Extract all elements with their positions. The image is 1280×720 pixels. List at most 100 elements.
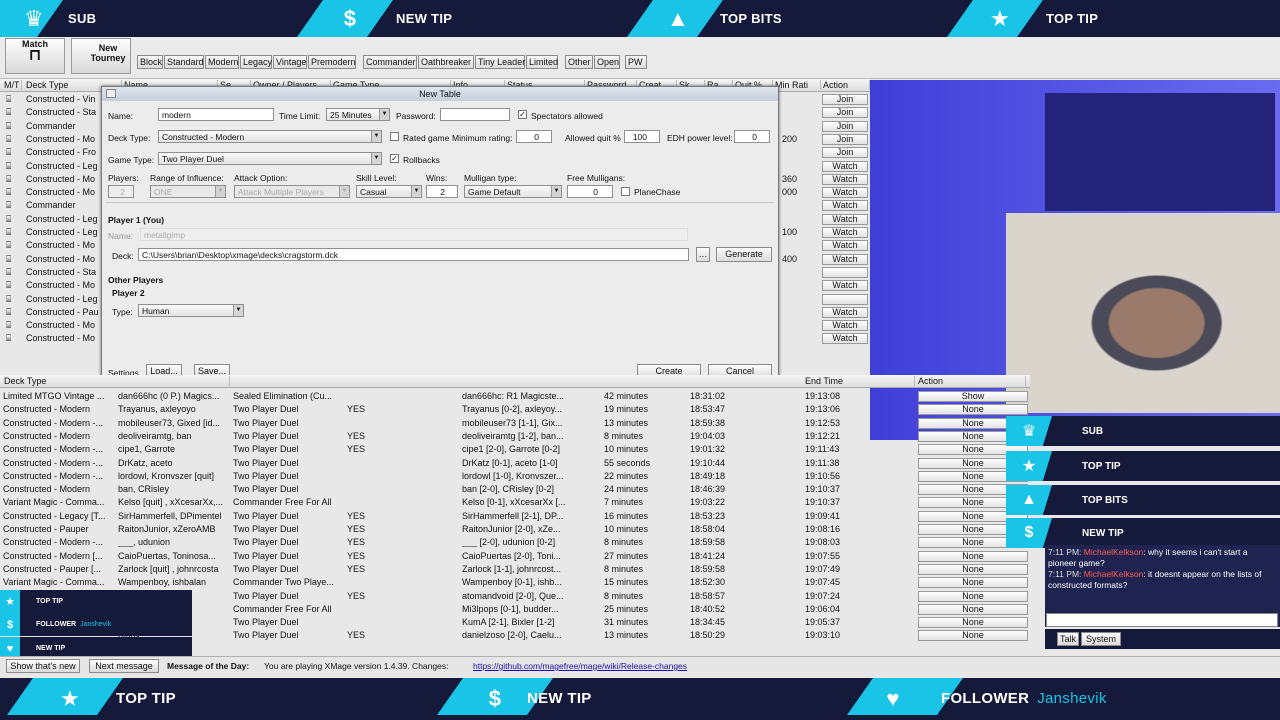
type-cell: Commander Free For All bbox=[233, 497, 332, 508]
player2-type-select[interactable]: Human ▼ bbox=[138, 304, 244, 317]
format-filter-oathbreaker[interactable]: Oathbreaker bbox=[418, 55, 474, 69]
row-action-button[interactable]: Join bbox=[822, 133, 868, 145]
edh-spinner[interactable]: 0 bbox=[734, 130, 770, 143]
start-cell: 18:59:38 bbox=[690, 417, 726, 428]
format-filter-limited[interactable]: Limited bbox=[526, 55, 558, 69]
time-limit-select[interactable]: 25 Minutes ▼ bbox=[326, 108, 390, 121]
row-action-button[interactable]: None bbox=[918, 577, 1028, 589]
generate-button[interactable]: Generate bbox=[716, 247, 772, 262]
row-action-button[interactable] bbox=[822, 293, 868, 305]
table-row[interactable]: Constructed - Modern Trayanus, axleyoyo Tw… bbox=[0, 403, 1030, 416]
format-filter-standard[interactable]: Standard bbox=[164, 55, 204, 69]
rated-cell: YES bbox=[347, 404, 366, 415]
row-action-button[interactable]: Watch bbox=[822, 213, 868, 225]
table-name-input[interactable]: modern bbox=[158, 108, 274, 121]
format-filter-legacy[interactable]: Legacy bbox=[240, 55, 272, 69]
row-action-button[interactable]: None bbox=[918, 563, 1028, 575]
table-row[interactable]: Constructed - Modern -... DrKatz, aceto Tw… bbox=[0, 457, 1030, 470]
dur-cell: 27 minutes bbox=[604, 550, 649, 561]
format-filter-modern[interactable]: Modern bbox=[205, 55, 239, 69]
rollbacks-checkbox[interactable]: ✓ bbox=[390, 154, 399, 163]
game-type-select[interactable]: Two Player Duel ▼ bbox=[158, 152, 382, 165]
format-filter-block[interactable]: Block bbox=[137, 55, 163, 69]
tab-system[interactable]: System bbox=[1081, 632, 1121, 646]
deck-type-select[interactable]: Constructed - Modern ▼ bbox=[158, 130, 382, 143]
format-filter-commander[interactable]: Commander bbox=[363, 55, 417, 69]
row-action-button[interactable]: Watch bbox=[822, 173, 868, 185]
wins-spinner[interactable]: 2 bbox=[426, 185, 458, 198]
row-action-button[interactable] bbox=[822, 266, 868, 278]
col-deck-type[interactable]: Deck Type bbox=[2, 376, 230, 386]
table-row[interactable]: Constructed - Modern -... mobileuser73, G… bbox=[0, 417, 1030, 430]
row-action-button[interactable]: Join bbox=[822, 147, 868, 159]
row-action-button[interactable]: Watch bbox=[822, 227, 868, 238]
table-row[interactable]: Constructed - Modern deoliveiramtg, ban Tw… bbox=[0, 430, 1030, 443]
table-row[interactable]: Constructed - Modern [... CaioPuertas, To… bbox=[0, 550, 1030, 563]
format-filter-tiny-leader[interactable]: Tiny Leader bbox=[475, 55, 525, 69]
row-action-button[interactable]: Join bbox=[822, 120, 868, 132]
table-row[interactable]: Variant Magic - Comma... Wampenboy, ishba… bbox=[0, 576, 1030, 589]
tab-talk[interactable]: Talk bbox=[1057, 632, 1079, 646]
format-filter-pw[interactable]: PW bbox=[625, 55, 647, 69]
show-whats-new-button[interactable]: Show that's new bbox=[6, 659, 80, 673]
next-message-button[interactable]: Next message bbox=[89, 659, 159, 673]
table-row[interactable]: Constructed - Modern -... ___, udunion Two… bbox=[0, 536, 1030, 549]
col-mt[interactable]: M/T bbox=[2, 80, 22, 90]
row-action-button[interactable]: Watch bbox=[822, 200, 868, 212]
match-button[interactable]: Match ⊓ bbox=[5, 38, 65, 74]
password-input[interactable] bbox=[440, 108, 510, 121]
deck-cell: Constructed - Modern -... bbox=[3, 457, 104, 468]
row-action-button[interactable]: Join bbox=[822, 107, 868, 119]
row-action-button[interactable]: Watch bbox=[822, 160, 868, 172]
format-filter-other[interactable]: Other bbox=[565, 55, 593, 69]
new-tourney-button[interactable]: New Tourney bbox=[71, 38, 131, 74]
row-action-button[interactable]: None bbox=[918, 603, 1028, 615]
table-row[interactable]: Variant Magic - Comma... Kelso [quit] , x… bbox=[0, 496, 1030, 509]
deck-path-input[interactable]: C:\Users\brian\Desktop\xmage\decks\crags… bbox=[138, 248, 689, 261]
row-action-button[interactable]: Watch bbox=[822, 187, 868, 199]
row-action-button[interactable]: None bbox=[918, 617, 1028, 629]
table-icon: ⌸ bbox=[6, 293, 12, 304]
row-action-button[interactable]: Watch bbox=[822, 280, 868, 292]
row-action-button[interactable]: Join bbox=[822, 94, 868, 105]
dialog-menu-icon[interactable] bbox=[106, 89, 116, 98]
col-action[interactable]: Action bbox=[916, 376, 1026, 386]
row-action-button[interactable]: Show bbox=[918, 391, 1028, 402]
planechase-checkbox[interactable] bbox=[621, 187, 630, 196]
row-action-button[interactable]: Watch bbox=[822, 306, 868, 318]
table-row[interactable]: Constructed - Pauper RaitonJunior, xZeroA… bbox=[0, 523, 1030, 536]
row-action-button[interactable]: Watch bbox=[822, 253, 868, 265]
col-min-rating[interactable]: Min Rati bbox=[773, 80, 821, 90]
free-mulligans-spinner[interactable]: 0 bbox=[567, 185, 613, 198]
row-action-button[interactable]: None bbox=[918, 590, 1028, 602]
row-action-button[interactable]: None bbox=[918, 630, 1028, 642]
row-action-button[interactable]: Watch bbox=[822, 320, 868, 332]
quit-spinner[interactable]: 100 bbox=[624, 130, 660, 143]
player1-heading: Player 1 (You) bbox=[108, 215, 165, 225]
release-changes-link[interactable]: https://github.com/magefree/mage/wiki/Re… bbox=[473, 661, 687, 671]
players-cell: deoliveiramtg, ban bbox=[118, 430, 192, 441]
chat-input[interactable] bbox=[1046, 613, 1278, 627]
deck-cell: Constructed - Modern -... bbox=[3, 417, 104, 428]
col-end-time[interactable]: End Time bbox=[803, 376, 915, 386]
row-action-button[interactable]: None bbox=[918, 404, 1028, 416]
format-filter-vintage[interactable]: Vintage bbox=[273, 55, 307, 69]
min-rating-spinner[interactable]: 0 bbox=[516, 130, 552, 143]
table-row[interactable]: Constructed - Modern -... cipe1, Garrote T… bbox=[0, 443, 1030, 456]
row-action-button[interactable]: Watch bbox=[822, 333, 868, 345]
mulligan-select[interactable]: Game Default ▼ bbox=[464, 185, 562, 198]
rated-checkbox[interactable] bbox=[390, 132, 399, 141]
table-row[interactable]: Constructed - Legacy [T... SirHammerfell,… bbox=[0, 510, 1030, 523]
table-row[interactable]: Constructed - Pauper [... Zarlock [quit] … bbox=[0, 563, 1030, 576]
skill-select[interactable]: Casual ▼ bbox=[356, 185, 422, 198]
table-row[interactable]: Constructed - Modern -... lordowl, Kronvs… bbox=[0, 470, 1030, 483]
table-row[interactable]: Constructed - Modern ban, CRisley Two Play… bbox=[0, 483, 1030, 496]
table-row[interactable]: Limited MTGO Vintage ... dan666hc (0 P.) … bbox=[0, 390, 1030, 403]
row-action-button[interactable]: None bbox=[918, 550, 1028, 562]
browse-deck-button[interactable]: … bbox=[696, 247, 710, 262]
format-filter-open[interactable]: Open bbox=[594, 55, 620, 69]
col-action[interactable]: Action bbox=[821, 80, 870, 90]
spectators-checkbox[interactable]: ✓ bbox=[518, 110, 527, 119]
format-filter-premodern[interactable]: Premodern bbox=[308, 55, 356, 69]
row-action-button[interactable]: Watch bbox=[822, 240, 868, 252]
